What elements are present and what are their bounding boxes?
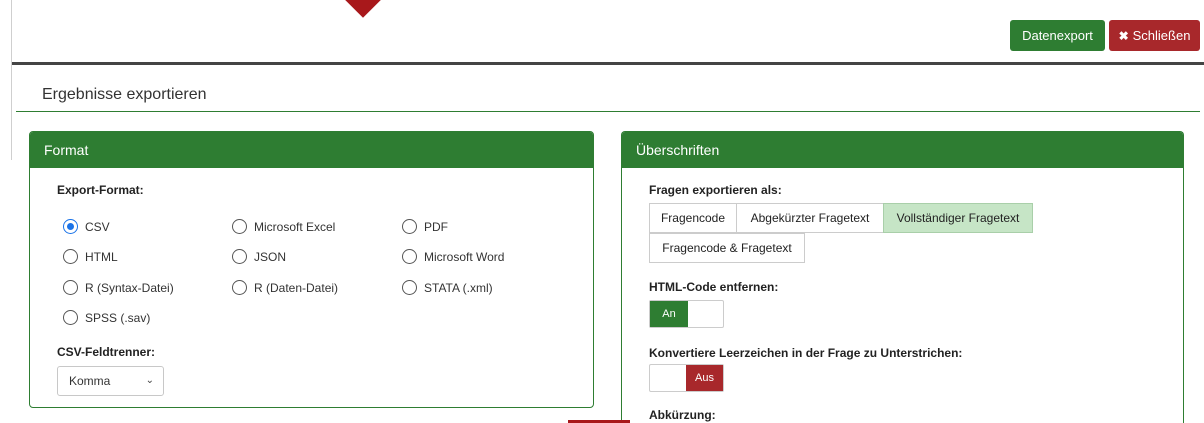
radio-r-syntax[interactable]: R (Syntax-Datei) [63, 280, 174, 295]
radio-json[interactable]: JSON [232, 249, 286, 264]
position-marker [343, 0, 383, 18]
convert-spaces-label: Konvertiere Leerzeichen in der Frage zu … [649, 346, 963, 360]
data-export-button[interactable]: Datenexport [1010, 20, 1105, 51]
close-button-label: Schließen [1132, 28, 1191, 43]
export-page: Datenexport ✖ Schließen Ergebnisse expor… [12, 0, 1204, 423]
abbreviation-label: Abkürzung: [649, 408, 716, 422]
radio-spss[interactable]: SPSS (.sav) [63, 310, 150, 325]
page-title-bar: Ergebnisse exportieren [16, 66, 1200, 112]
export-format-label: Export-Format: [57, 183, 144, 197]
close-icon: ✖ [1118, 28, 1129, 43]
radio-pdf[interactable]: PDF [402, 219, 448, 234]
radio-unchecked-icon [232, 249, 247, 264]
radio-excel[interactable]: Microsoft Excel [232, 219, 335, 234]
headings-panel-header: Überschriften [622, 132, 1183, 168]
strip-html-label: HTML-Code entfernen: [649, 280, 779, 294]
chevron-down-icon: ⌄ [145, 375, 154, 386]
radio-unchecked-icon [63, 310, 78, 325]
radio-stata[interactable]: STATA (.xml) [402, 280, 493, 295]
radio-unchecked-icon [402, 249, 417, 264]
radio-html[interactable]: HTML [63, 249, 118, 264]
radio-r-data[interactable]: R (Daten-Datei) [232, 280, 338, 295]
format-panel-header: Format [30, 132, 593, 168]
headings-panel: Überschriften Fragen exportieren als: Fr… [621, 131, 1184, 423]
radio-unchecked-icon [402, 219, 417, 234]
radio-label: R (Syntax-Datei) [85, 280, 174, 295]
radio-unchecked-icon [63, 280, 78, 295]
page-title: Ergebnisse exportieren [42, 86, 207, 103]
radio-unchecked-icon [232, 280, 247, 295]
radio-label: HTML [85, 249, 118, 264]
radio-csv[interactable]: CSV [63, 219, 110, 234]
export-as-abbrev-option[interactable]: Abgekürzter Fragetext [736, 203, 884, 233]
radio-checked-icon [63, 219, 78, 234]
radio-label: Microsoft Word [424, 249, 505, 264]
radio-label: STATA (.xml) [424, 280, 493, 295]
radio-label: SPSS (.sav) [85, 310, 151, 325]
toggle-on-state: An [650, 301, 688, 327]
export-as-label: Fragen exportieren als: [649, 183, 782, 197]
strip-html-toggle[interactable]: An [649, 300, 724, 328]
radio-label: PDF [424, 219, 448, 234]
export-as-code-text-option[interactable]: Fragencode & Fragetext [649, 233, 805, 263]
radio-label: R (Daten-Datei) [254, 280, 339, 295]
export-as-code-option[interactable]: Fragencode [649, 203, 737, 233]
export-as-full-option[interactable]: Vollständiger Fragetext [883, 203, 1033, 233]
format-panel: Format Export-Format: CSV Microsoft Exce… [29, 131, 594, 408]
convert-spaces-toggle[interactable]: Aus [649, 364, 724, 392]
toggle-off-state: Aus [686, 365, 723, 391]
csv-separator-label: CSV-Feldtrenner: [57, 345, 156, 359]
radio-unchecked-icon [232, 219, 247, 234]
radio-unchecked-icon [63, 249, 78, 264]
close-button[interactable]: ✖ Schließen [1109, 20, 1200, 51]
radio-word[interactable]: Microsoft Word [402, 249, 504, 264]
left-panel-edge [0, 0, 12, 160]
radio-label: JSON [254, 249, 287, 264]
radio-label: Microsoft Excel [254, 219, 336, 234]
radio-label: CSV [85, 219, 110, 234]
top-toolbar: Datenexport ✖ Schließen [12, 0, 1204, 65]
csv-separator-value: Komma [69, 374, 111, 388]
csv-separator-select[interactable]: Komma ⌄ [57, 366, 164, 396]
radio-unchecked-icon [402, 280, 417, 295]
